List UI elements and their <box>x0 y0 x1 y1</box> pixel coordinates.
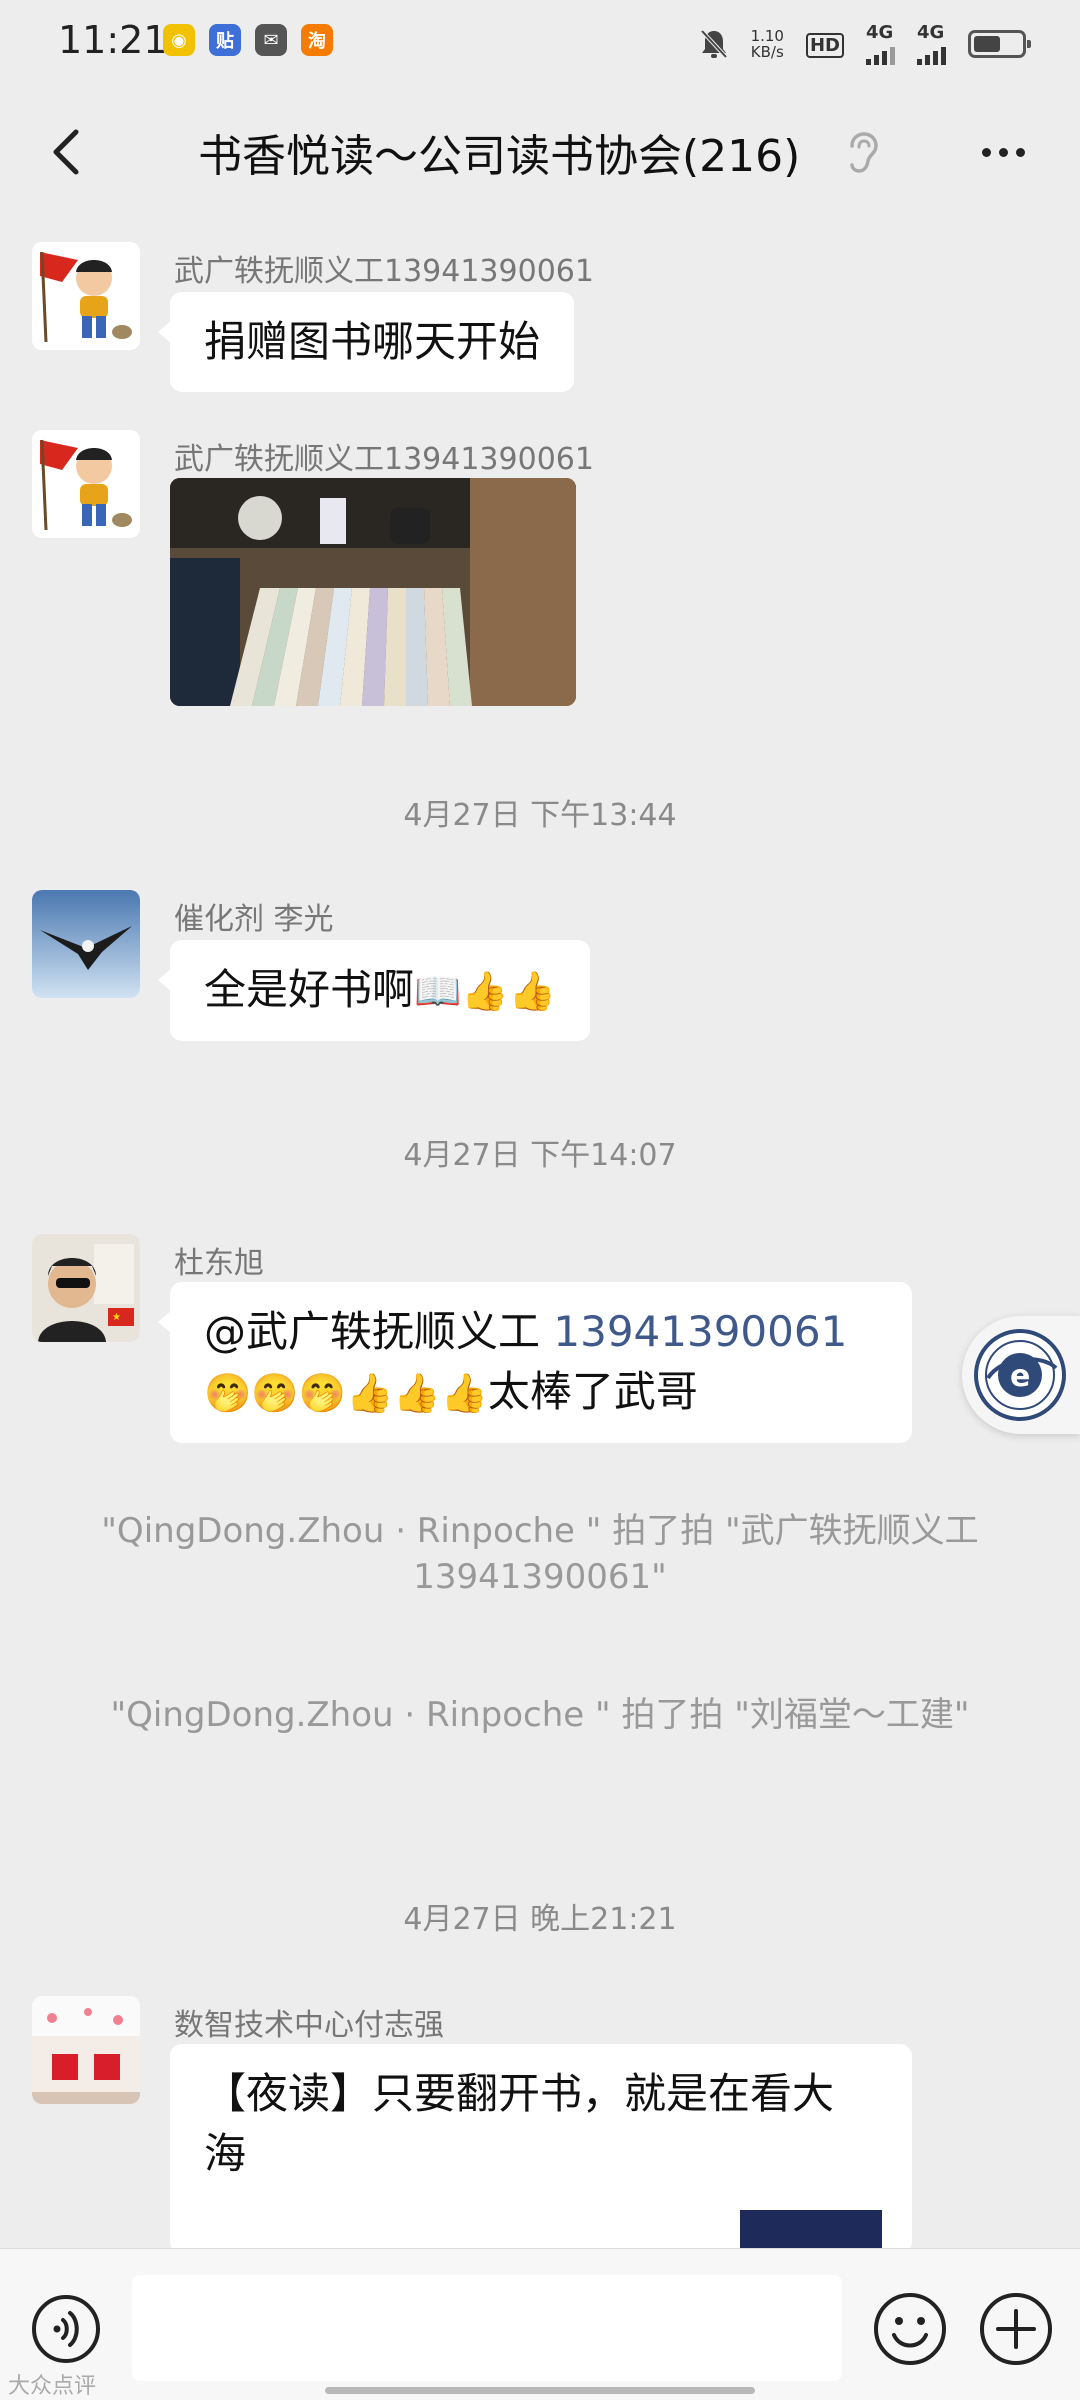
taobao-icon: 淘 <box>301 24 333 56</box>
net1-label: 4G <box>866 22 894 43</box>
mute-bell-icon <box>700 29 728 58</box>
message-bubble[interactable]: 捐赠图书哪天开始 <box>157 292 575 392</box>
avatar[interactable] <box>32 1996 140 2104</box>
time-divider: 4月27日 下午14:07 <box>403 1138 677 1173</box>
weibo-icon: ◉ <box>163 24 195 56</box>
avatar[interactable] <box>32 890 140 998</box>
avatar[interactable] <box>32 242 140 350</box>
chevron-left-icon[interactable] <box>38 122 98 182</box>
message-text: 捐赠图书哪天开始 <box>204 317 541 366</box>
battery-icon <box>968 29 1031 58</box>
eagle-avatar-icon <box>32 890 140 998</box>
chat-header: 书香悦读～公司读书协会(216) <box>0 96 1080 206</box>
browser-e-icon: e <box>974 1329 1066 1421</box>
avatar[interactable]: ★ <box>32 1234 140 1342</box>
sender-name: 催化剂 李光 <box>174 902 334 937</box>
message-bubble[interactable]: @武广轶抚顺义工 13941390061 🤭🤭🤭👍👍👍太棒了武哥 <box>158 1282 912 1443</box>
home-indicator[interactable] <box>325 2387 755 2394</box>
more-dots-icon[interactable] <box>970 130 1036 174</box>
svg-text:e: e <box>1010 1359 1030 1394</box>
watermark: 大众点评 <box>8 2374 97 2399</box>
message-line-2: 🤭🤭🤭👍👍👍太棒了武哥 <box>204 1362 878 1423</box>
svg-text:★: ★ <box>112 1312 121 1323</box>
status-right: 1.10 KB/s HD 4G 4G <box>699 22 1031 65</box>
emoji-icon[interactable] <box>872 2291 948 2367</box>
person-avatar-icon: ★ <box>32 1234 140 1342</box>
signal-2: 4G <box>917 22 946 65</box>
message-emoji: 🤭🤭🤭👍👍👍 <box>204 1371 488 1415</box>
sender-name: 武广轶抚顺义工13941390061 <box>174 442 594 477</box>
message-text: 全是好书啊 <box>204 965 415 1014</box>
message-input[interactable] <box>132 2275 842 2381</box>
system-message: "QingDong.Zhou · Rinpoche " 拍了拍 "武广轶抚顺义工… <box>101 1511 979 1597</box>
speed-value: 1.10 <box>750 26 784 45</box>
tieba-icon: 贴 <box>209 24 241 56</box>
speed-unit: KB/s <box>750 42 784 61</box>
message-line-1: @武广轶抚顺义工 13941390061 <box>204 1302 878 1362</box>
cartoon-avatar-icon <box>32 430 140 538</box>
signal-1: 4G <box>866 22 895 65</box>
status-bar: 11:21 ◉ 贴 ✉ 淘 1.10 KB/s HD 4G 4G <box>0 0 1080 84</box>
hd-badge: HD <box>805 32 844 58</box>
message-bubble[interactable]: 全是好书啊📖👍👍 <box>158 940 590 1041</box>
input-bar <box>0 2248 1080 2400</box>
net2-label: 4G <box>917 22 945 43</box>
signal-bars-2-icon <box>917 45 946 65</box>
books-photo[interactable] <box>170 478 576 706</box>
time-divider: 4月27日 下午13:44 <box>403 798 677 833</box>
cartoon-avatar-icon <box>32 242 140 350</box>
sender-name: 数智技术中心付志强 <box>174 2008 444 2043</box>
status-time: 11:21 <box>58 18 168 62</box>
message-text: 太棒了武哥 <box>487 1367 698 1416</box>
ear-icon[interactable] <box>842 130 882 176</box>
hd-label: HD <box>805 32 844 58</box>
sender-name: 杜东旭 <box>174 1246 264 1281</box>
message-emoji: 📖👍👍 <box>414 969 556 1013</box>
message-app-icon: ✉ <box>255 24 287 56</box>
avatar[interactable] <box>32 430 140 538</box>
system-message: "QingDong.Zhou · Rinpoche " 拍了拍 "刘福堂～工建" <box>110 1695 970 1735</box>
signal-bars-1-icon <box>866 45 895 65</box>
books-photo-image <box>170 478 576 706</box>
festive-avatar-icon <box>32 1996 140 2104</box>
message-bubble[interactable]: 【夜读】只要翻开书，就是在看大海 <box>170 2044 912 2254</box>
network-speed: 1.10 KB/s <box>751 28 784 60</box>
sender-name: 武广轶抚顺义工13941390061 <box>174 254 594 289</box>
floating-browser-badge[interactable]: e <box>962 1316 1080 1434</box>
time-divider: 4月27日 晚上21:21 <box>403 1902 677 1937</box>
plus-icon[interactable] <box>978 2291 1054 2367</box>
status-app-icons: ◉ 贴 ✉ 淘 <box>163 24 333 56</box>
mention-number[interactable]: 13941390061 <box>553 1307 847 1356</box>
message-text: 【夜读】只要翻开书，就是在看大海 <box>204 2069 835 2178</box>
voice-icon[interactable] <box>30 2293 102 2365</box>
chat-title: 书香悦读～公司读书协会(216) <box>198 131 801 182</box>
mention[interactable]: @武广轶抚顺义工 <box>204 1307 540 1356</box>
